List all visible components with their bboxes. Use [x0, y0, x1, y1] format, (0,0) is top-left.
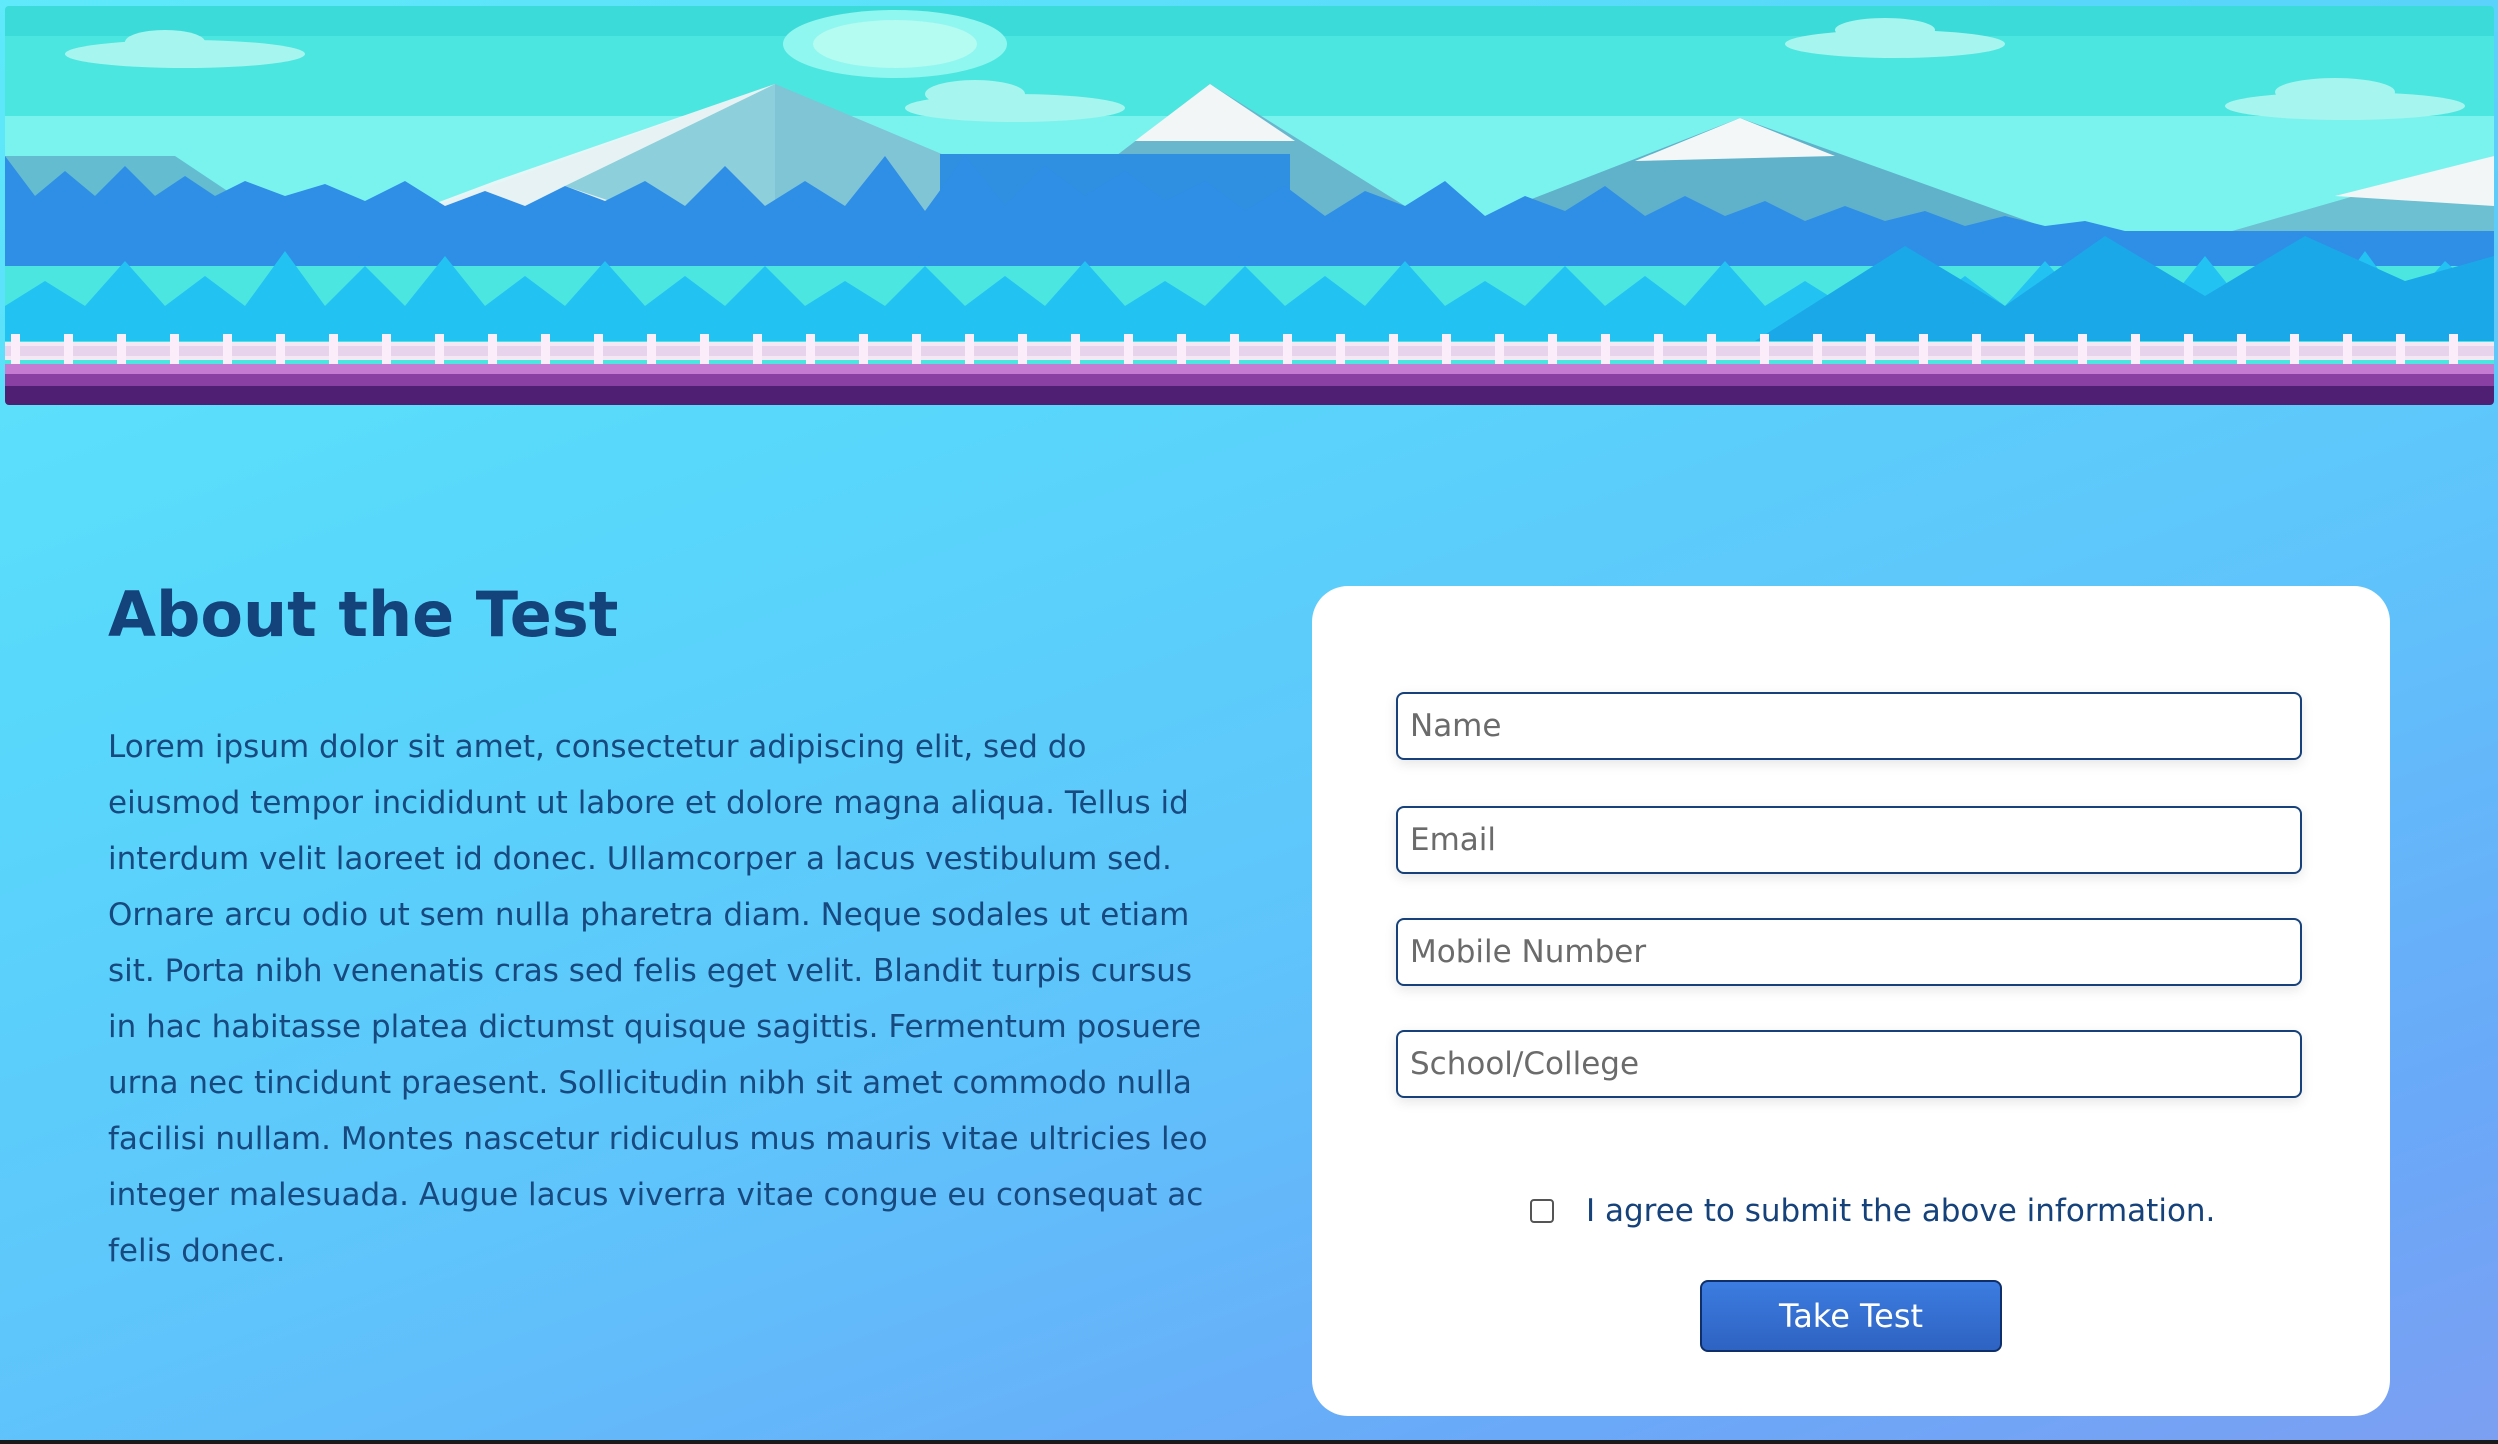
fence-post [2078, 334, 2087, 364]
fence-post [541, 334, 550, 364]
fence-post [2290, 334, 2299, 364]
about-title: About the Test [108, 578, 619, 651]
fence-post [223, 334, 232, 364]
fence-post [435, 334, 444, 364]
fence-post [1442, 334, 1451, 364]
fence-post [1230, 334, 1239, 364]
fence-post [170, 334, 179, 364]
fence-post [2343, 334, 2352, 364]
about-description: Lorem ipsum dolor sit amet, consectetur … [108, 729, 1208, 1269]
fence-post [647, 334, 656, 364]
registration-form-card: I agree to submit the above information.… [1312, 586, 2390, 1416]
fence-post [1124, 334, 1133, 364]
hero-banner [5, 6, 2494, 405]
fence-post [2184, 334, 2193, 364]
fence-post [859, 334, 868, 364]
fence-post [1866, 334, 1875, 364]
fence-post [806, 334, 815, 364]
fence-post [965, 334, 974, 364]
page: About the Test Lorem ipsum dolor sit ame… [0, 0, 2498, 1444]
fence-post [1601, 334, 1610, 364]
fence-post [1071, 334, 1080, 364]
fence-post [1018, 334, 1027, 364]
email-input[interactable] [1396, 806, 2302, 874]
fence-post [64, 334, 73, 364]
agree-row: I agree to submit the above information. [1530, 1188, 2215, 1234]
fence-post [753, 334, 762, 364]
fence-post [382, 334, 391, 364]
fence-post [11, 334, 20, 364]
fence-post [912, 334, 921, 364]
agree-label[interactable]: I agree to submit the above information. [1586, 1193, 2215, 1229]
fence-post [1813, 334, 1822, 364]
fence-post [1177, 334, 1186, 364]
take-test-button[interactable]: Take Test [1700, 1280, 2002, 1352]
agree-checkbox[interactable] [1530, 1199, 1554, 1223]
fence-post [1654, 334, 1663, 364]
take-test-label: Take Test [1778, 1297, 1924, 1335]
fence-post [1919, 334, 1928, 364]
fence-post [1283, 334, 1292, 364]
fence-post [276, 334, 285, 364]
fence-post [1336, 334, 1345, 364]
fence-post [488, 334, 497, 364]
fence-post [1389, 334, 1398, 364]
mobile-number-input[interactable] [1396, 918, 2302, 986]
about-section: About the Test Lorem ipsum dolor sit ame… [108, 578, 1228, 1279]
name-input[interactable] [1396, 692, 2302, 760]
fence-post [1707, 334, 1716, 364]
fence-post [594, 334, 603, 364]
mountain-landscape-illustration [5, 6, 2494, 405]
fence-post [2237, 334, 2246, 364]
fence-post [117, 334, 126, 364]
fence-post [700, 334, 709, 364]
fence-post [2396, 334, 2405, 364]
fence-post [329, 334, 338, 364]
fence-post [1548, 334, 1557, 364]
fence-post [2025, 334, 2034, 364]
school-college-input[interactable] [1396, 1030, 2302, 1098]
fence-post [1760, 334, 1769, 364]
fence-post [2449, 334, 2458, 364]
fence-post [2131, 334, 2140, 364]
fence-post [1972, 334, 1981, 364]
fence-post [1495, 334, 1504, 364]
